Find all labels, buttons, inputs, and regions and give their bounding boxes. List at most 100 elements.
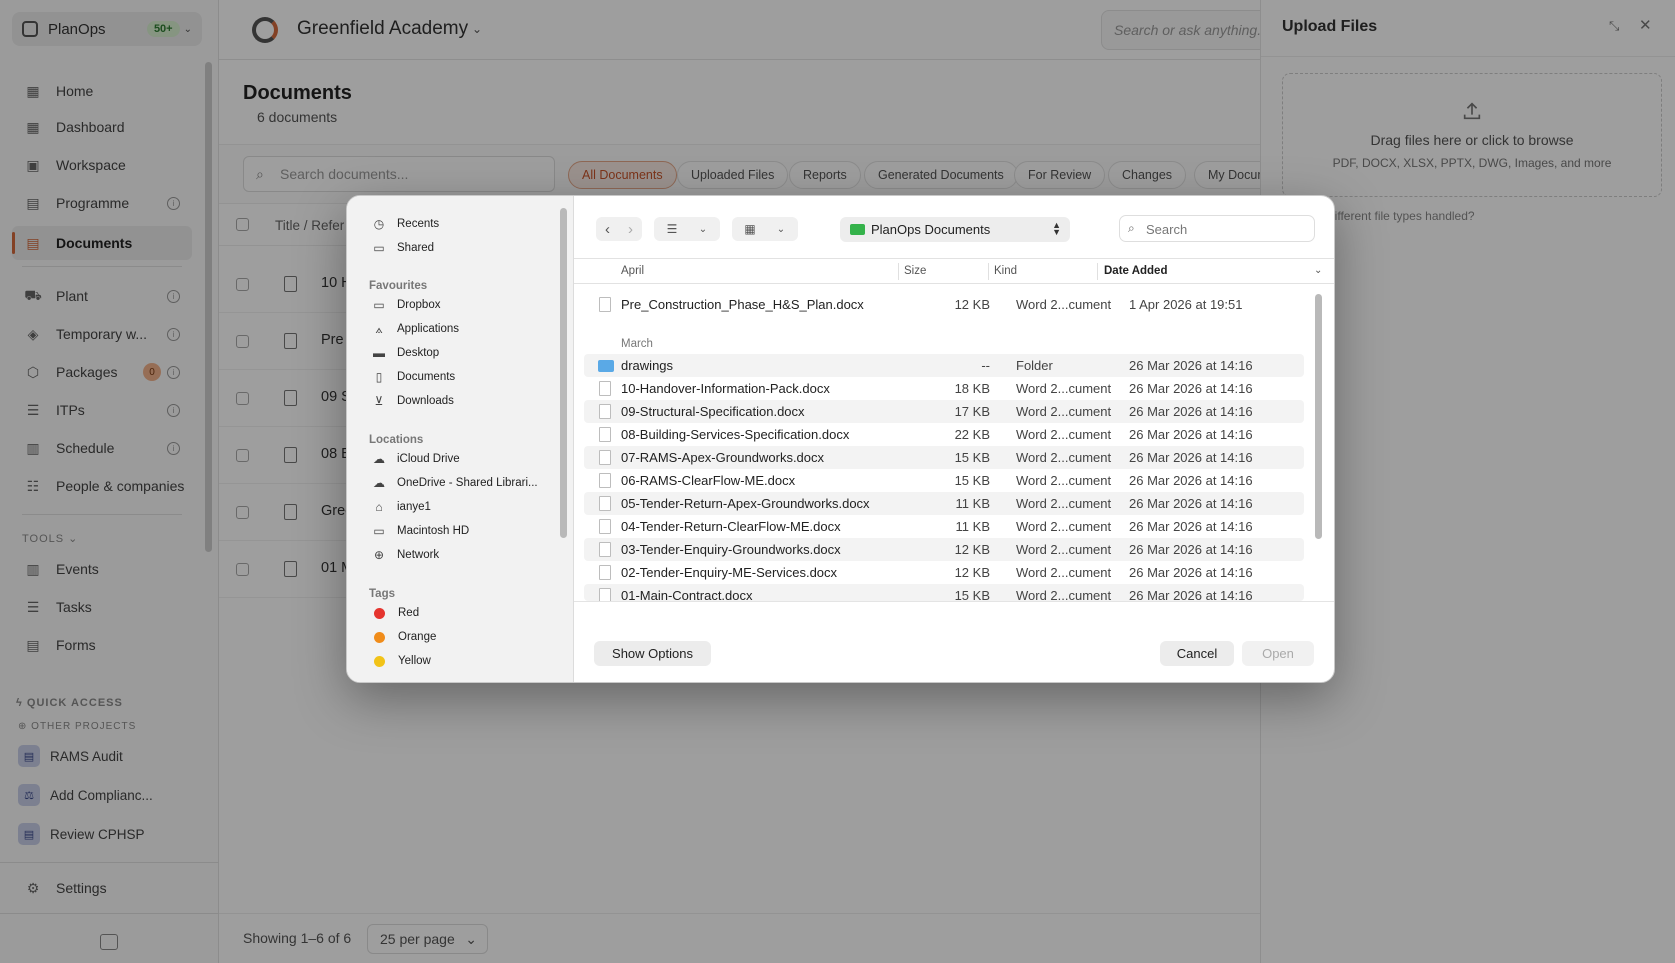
file-row[interactable]: 08-Building-Services-Specification.docx 2… — [584, 423, 1304, 446]
file-kind: Word 2...cument — [1016, 297, 1112, 312]
location-select[interactable]: PlanOps Documents ▲ ▼ — [840, 217, 1070, 242]
sidebar-tag-orange[interactable]: Orange — [371, 626, 556, 648]
cancel-button[interactable]: Cancel — [1160, 641, 1234, 666]
sort-chevron-icon[interactable]: ⌄ — [1314, 265, 1322, 276]
sidebar-item-documents[interactable]: ▯ Documents — [371, 366, 556, 388]
sidebar-tag-yellow[interactable]: Yellow — [371, 650, 556, 672]
file-name: 03-Tender-Enquiry-Groundworks.docx — [621, 542, 841, 557]
chevron-down-icon: ⌄ — [776, 223, 786, 235]
sidebar-item-icloud-drive[interactable]: ☁ iCloud Drive — [371, 448, 556, 470]
file-list-scrollbar[interactable] — [1315, 294, 1322, 539]
sidebar-item-shared[interactable]: ▭ Shared — [371, 237, 556, 259]
file-row[interactable]: 02-Tender-Enquiry-ME-Services.docx 12 KB W… — [584, 561, 1304, 584]
dialog-search-input[interactable]: ⌕ Search — [1119, 215, 1315, 242]
sidebar-item-label: Red — [398, 607, 420, 619]
folder-row[interactable]: drawings -- Folder 26 Mar 2026 at 14:16 — [584, 354, 1304, 377]
applications-icon: ⟑ — [375, 321, 383, 336]
clock-icon: ◷ — [373, 217, 385, 231]
sidebar-tag-red[interactable]: Red — [371, 602, 556, 624]
column-size[interactable]: Size — [904, 265, 926, 277]
docx-file-icon — [599, 542, 611, 557]
file-size: 12 KB — [954, 565, 990, 580]
file-list-header: April Size Kind Date Added ⌄ — [574, 258, 1334, 284]
file-row[interactable]: 05-Tender-Return-Apex-Groundworks.docx 11… — [584, 492, 1304, 515]
file-open-dialog: ◷ Recents ▭ Shared Favourites ▭ Dropbox ⟑ Ap… — [346, 195, 1335, 683]
list-view-icon: ☰ — [666, 222, 678, 236]
file-date: 26 Mar 2026 at 14:16 — [1129, 519, 1253, 534]
sidebar-item-label: Shared — [397, 242, 435, 254]
home-icon: ⌂ — [375, 500, 383, 514]
cloud-icon: ☁ — [373, 476, 385, 490]
dialog-sidebar: ◷ Recents ▭ Shared Favourites ▭ Dropbox ⟑ Ap… — [347, 196, 574, 682]
sidebar-item-label: Recents — [397, 218, 440, 230]
dialog-footer-divider — [574, 601, 1334, 602]
sidebar-item-macintosh-hd[interactable]: ▭ Macintosh HD — [371, 520, 556, 542]
view-mode-button[interactable]: ☰ ⌄ — [654, 217, 720, 241]
file-kind: Word 2...cument — [1016, 588, 1112, 601]
file-row[interactable]: 01-Main-Contract.docx 15 KB Word 2...cumen… — [584, 584, 1304, 601]
file-size: 17 KB — [954, 404, 990, 419]
folder-icon — [598, 360, 614, 372]
file-row[interactable]: Pre_Construction_Phase_H&S_Plan.docx 12 … — [584, 293, 1304, 316]
file-size: 11 KB — [955, 519, 990, 534]
file-row[interactable]: 03-Tender-Enquiry-Groundworks.docx 12 KB W… — [584, 538, 1304, 561]
sidebar-item-desktop[interactable]: ▬ Desktop — [371, 342, 556, 364]
locations-header: Locations — [369, 434, 424, 446]
file-date: 26 Mar 2026 at 14:16 — [1129, 450, 1253, 465]
file-name: 05-Tender-Return-Apex-Groundworks.docx — [621, 496, 870, 511]
open-button[interactable]: Open — [1242, 641, 1314, 666]
back-arrow-icon[interactable]: ‹ — [596, 221, 619, 238]
file-name: 09-Structural-Specification.docx — [621, 404, 805, 419]
sidebar-item-label: Documents — [397, 371, 456, 383]
file-row[interactable]: 07-RAMS-Apex-Groundworks.docx 15 KB Word 2… — [584, 446, 1304, 469]
show-options-button[interactable]: Show Options — [594, 641, 711, 666]
file-row[interactable]: 10-Handover-Information-Pack.docx 18 KB Wo… — [584, 377, 1304, 400]
sidebar-item-applications[interactable]: ⟑ Applications — [371, 318, 556, 340]
sidebar-item-label: Yellow — [398, 655, 431, 667]
column-separator[interactable] — [988, 263, 989, 280]
sidebar-item-recents[interactable]: ◷ Recents — [371, 213, 556, 235]
file-date: 26 Mar 2026 at 14:16 — [1129, 404, 1253, 419]
sidebar-item-label: iCloud Drive — [397, 453, 460, 465]
forward-arrow-icon[interactable]: › — [619, 221, 642, 238]
file-kind: Word 2...cument — [1016, 427, 1112, 442]
column-date-added[interactable]: Date Added — [1104, 265, 1167, 277]
file-name: drawings — [621, 358, 674, 373]
tags-header: Tags — [369, 588, 395, 600]
file-size: 15 KB — [954, 588, 990, 601]
sidebar-item-label: Orange — [398, 631, 437, 643]
file-name: 02-Tender-Enquiry-ME-Services.docx — [621, 565, 838, 580]
sidebar-item-onedrive[interactable]: ☁ OneDrive - Shared Librari... — [371, 472, 556, 494]
file-kind: Word 2...cument — [1016, 519, 1112, 534]
cloud-icon: ☁ — [373, 452, 385, 466]
file-kind: Word 2...cument — [1016, 496, 1112, 511]
yellow-tag-dot-icon — [374, 655, 385, 667]
group-by-button[interactable]: ▦ ⌄ — [732, 217, 798, 241]
docx-file-icon — [599, 496, 611, 511]
sidebar-item-label: Dropbox — [397, 299, 441, 311]
column-name[interactable]: April — [621, 265, 644, 277]
file-row[interactable]: 06-RAMS-ClearFlow-ME.docx 15 KB Word 2...c… — [584, 469, 1304, 492]
sidebar-item-network[interactable]: ⊕ Network — [371, 544, 556, 566]
file-size: -- — [981, 358, 990, 373]
sidebar-item-home-folder[interactable]: ⌂ ianye1 — [371, 496, 556, 518]
file-kind: Word 2...cument — [1016, 450, 1112, 465]
file-size: 12 KB — [954, 297, 990, 312]
column-kind[interactable]: Kind — [994, 265, 1017, 277]
file-kind: Word 2...cument — [1016, 542, 1112, 557]
sidebar-item-label: Network — [397, 549, 440, 561]
file-size: 15 KB — [954, 450, 990, 465]
sidebar-item-dropbox[interactable]: ▭ Dropbox — [371, 294, 556, 316]
file-row[interactable]: 04-Tender-Return-ClearFlow-ME.docx 11 KB W… — [584, 515, 1304, 538]
column-separator[interactable] — [898, 263, 899, 280]
sidebar-item-downloads[interactable]: ⊻ Downloads — [371, 390, 556, 412]
file-row[interactable]: 09-Structural-Specification.docx 17 KB Wor… — [584, 400, 1304, 423]
location-label: PlanOps Documents — [871, 222, 991, 237]
docx-file-icon — [599, 297, 611, 312]
sidebar-scrollbar[interactable] — [560, 208, 567, 538]
file-name: 06-RAMS-ClearFlow-ME.docx — [621, 473, 796, 488]
docx-file-icon — [599, 519, 611, 534]
folder-icon — [850, 224, 865, 235]
folder-icon: ▭ — [373, 298, 385, 312]
column-separator[interactable] — [1097, 263, 1098, 280]
